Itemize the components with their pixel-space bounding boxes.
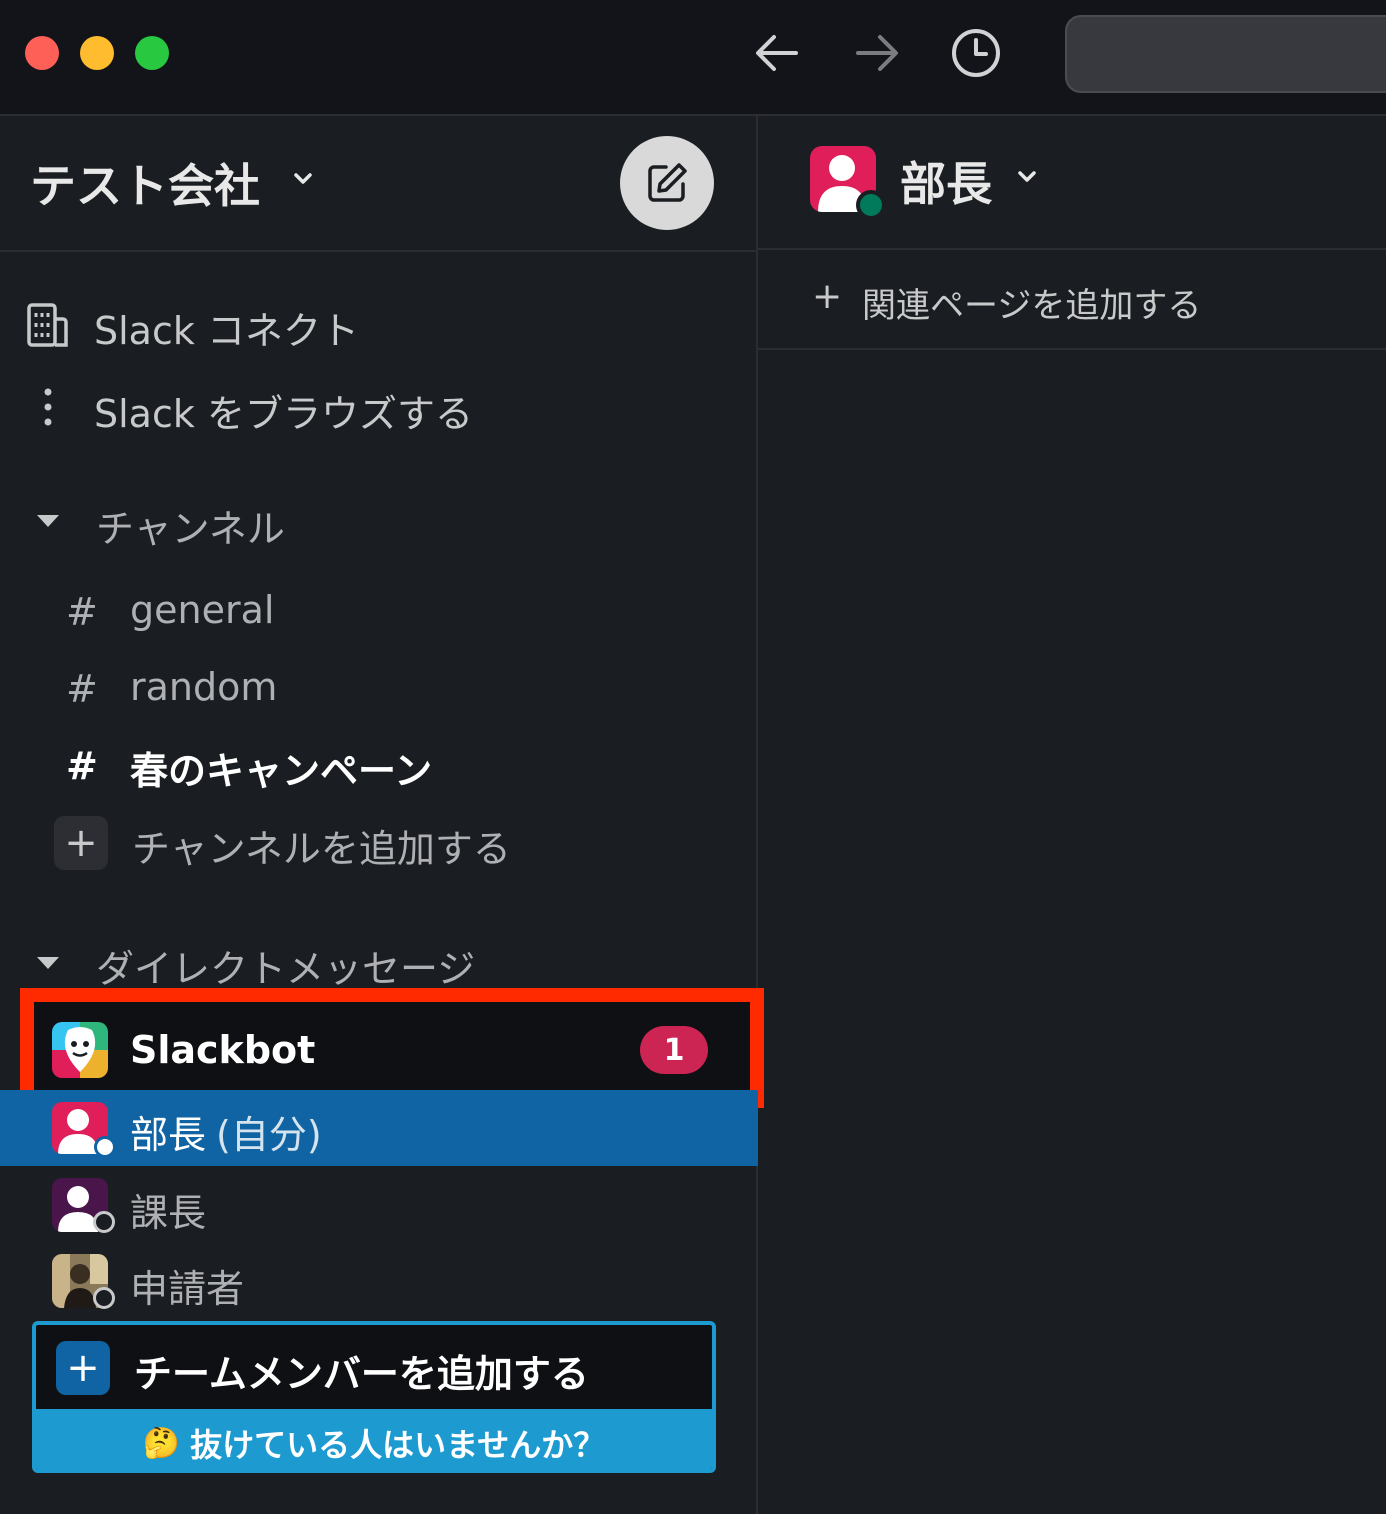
hash-icon: # — [66, 744, 98, 788]
hash-icon: # — [66, 667, 98, 711]
channel-spring-campaign[interactable]: 春のキャンペーン — [130, 740, 432, 795]
add-bookmark-button[interactable]: 関連ページを追加する — [862, 278, 1201, 327]
nav-slack-connect[interactable]: Slack コネクト — [94, 300, 359, 355]
forward-arrow-icon[interactable] — [848, 24, 906, 82]
chevron-down-icon[interactable] — [1014, 164, 1040, 194]
presence-away-icon — [93, 1211, 115, 1233]
invite-hint-text: 抜けている人はいませんか？ — [190, 1426, 606, 1464]
compose-icon — [648, 163, 687, 202]
caret-down-icon[interactable] — [37, 515, 59, 527]
nav-browse[interactable]: Slack をブラウズする — [94, 383, 473, 438]
zoom-window-button[interactable] — [135, 36, 169, 70]
building-icon — [22, 300, 72, 350]
back-arrow-icon[interactable] — [748, 24, 806, 82]
history-clock-icon[interactable] — [947, 24, 1005, 82]
dm-kacho[interactable]: 課長 — [130, 1182, 206, 1237]
invite-hint-banner[interactable]: 🤔 抜けている人はいませんか？ — [36, 1409, 712, 1469]
compose-button[interactable] — [620, 136, 714, 230]
dm-bucho-name: 部長 — [130, 1113, 207, 1157]
minimize-window-button[interactable] — [80, 36, 114, 70]
add-team-members-card[interactable]: + チームメンバーを追加する 🤔 抜けている人はいませんか？ — [32, 1321, 716, 1473]
chevron-down-icon[interactable] — [288, 164, 318, 198]
channel-general[interactable]: general — [130, 588, 274, 632]
add-team-members-label[interactable]: チームメンバーを追加する — [134, 1343, 589, 1398]
self-suffix: (自分) — [216, 1113, 322, 1157]
search-input[interactable] — [1065, 15, 1386, 93]
presence-away-icon — [93, 1287, 115, 1309]
close-window-button[interactable] — [25, 36, 59, 70]
plus-icon[interactable]: + — [812, 276, 842, 317]
more-vertical-icon — [30, 386, 66, 428]
add-channel-button[interactable]: チャンネルを追加する — [132, 818, 511, 873]
dm-bucho-label: 部長 (自分) — [130, 1104, 322, 1159]
caret-down-icon[interactable] — [37, 957, 59, 969]
hash-icon: # — [66, 590, 98, 634]
conversation-title[interactable]: 部長 — [900, 148, 992, 214]
channel-random[interactable]: random — [130, 665, 277, 709]
presence-online-icon — [856, 190, 886, 220]
dm-section-label[interactable]: ダイレクトメッセージ — [96, 938, 475, 993]
workspace-name[interactable]: テスト会社 — [30, 150, 260, 216]
plus-icon: + — [56, 1341, 110, 1395]
dm-applicant[interactable]: 申請者 — [130, 1258, 244, 1313]
channels-section-label[interactable]: チャンネル — [96, 498, 285, 553]
presence-dot-icon — [94, 1136, 116, 1158]
plus-icon[interactable]: + — [54, 816, 108, 870]
thinking-face-icon: 🤔 — [142, 1425, 181, 1461]
dm-item-bucho[interactable] — [0, 1090, 758, 1166]
